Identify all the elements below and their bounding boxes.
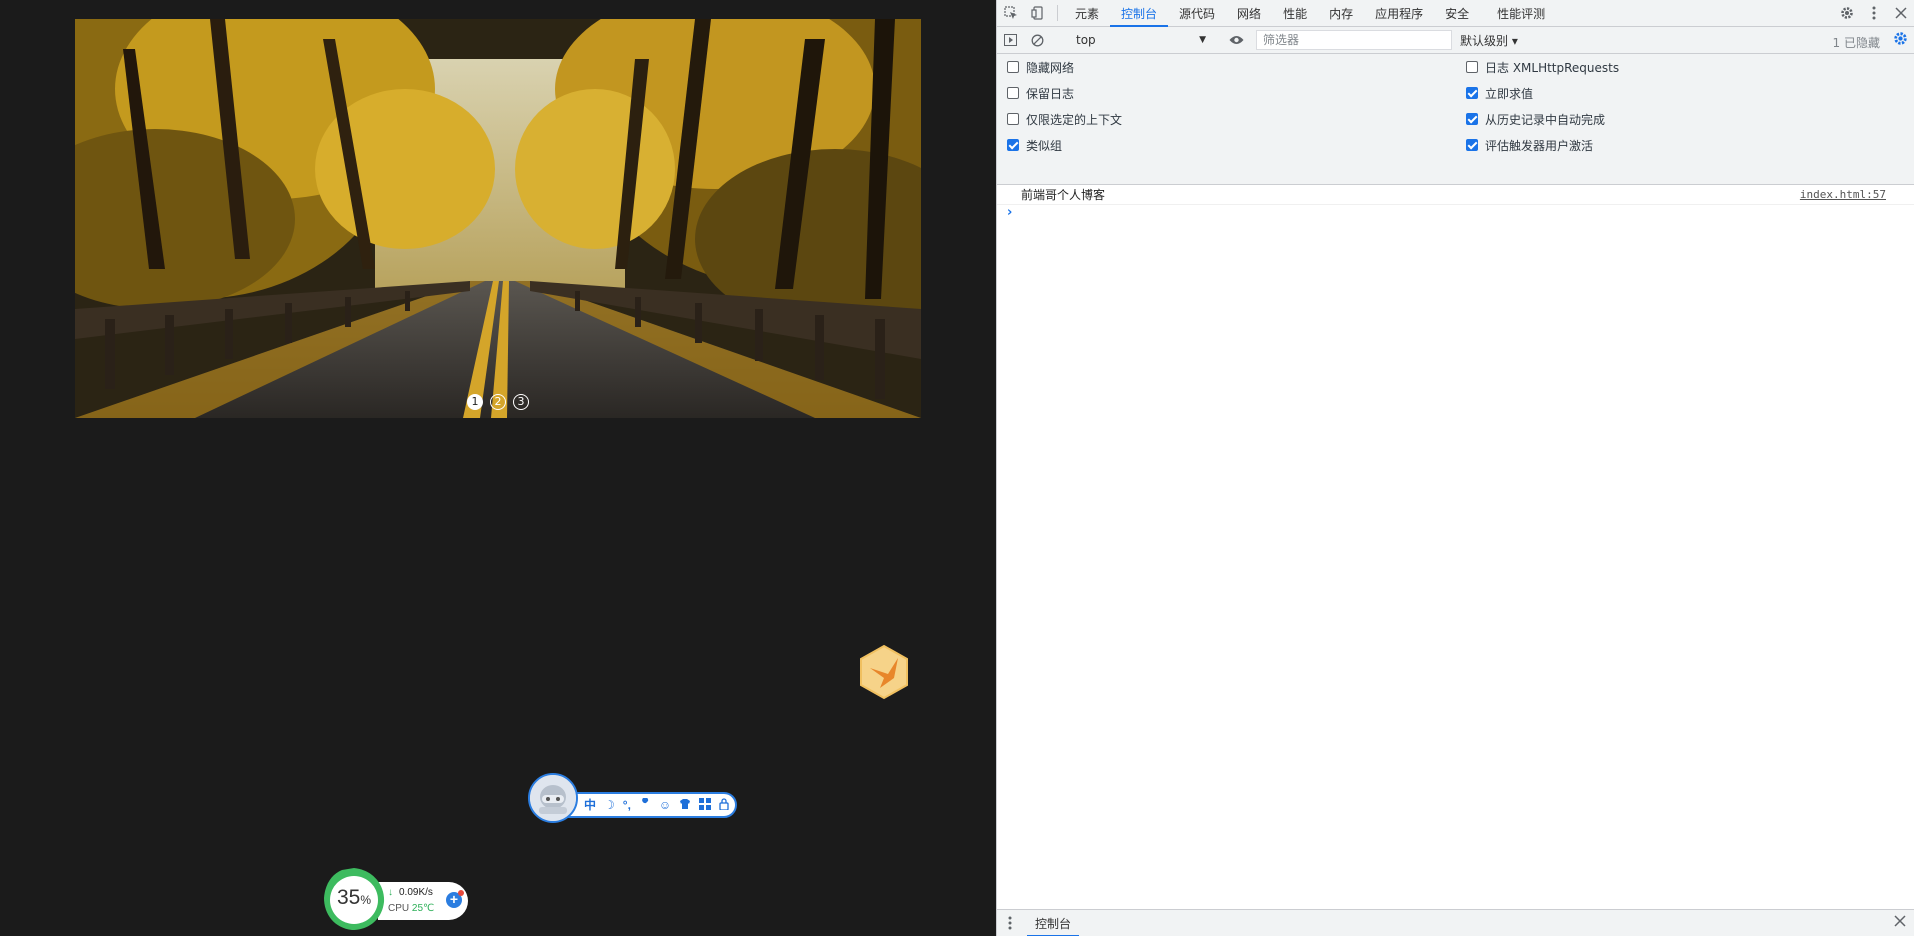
network-speed: ↓ 0.09K/s (388, 887, 433, 898)
more-vertical-icon[interactable] (1860, 0, 1887, 26)
close-icon[interactable] (1887, 0, 1914, 26)
bird-icon (860, 644, 908, 700)
ime-toolbar: 中 ☽ °, ☺ (528, 773, 738, 823)
log-level-selector[interactable]: 默认级别 ▾ (1460, 32, 1518, 49)
setting-label: 评估触发器用户激活 (1485, 138, 1594, 153)
divider (1057, 5, 1058, 21)
lock-icon[interactable] (719, 797, 729, 813)
setting-option-settings_left-3[interactable]: 仅限选定的上下文 (1007, 109, 1122, 129)
checkbox[interactable] (1466, 113, 1478, 125)
setting-option-settings_left-4[interactable]: 类似组 (1007, 135, 1062, 155)
moon-icon[interactable]: ☽ (604, 798, 615, 812)
system-monitor-widget[interactable]: ↓ 0.09K/s CPU 25℃ + 35% (322, 866, 470, 932)
ime-language-toggle[interactable]: 中 (584, 798, 596, 812)
devtools-tab-5[interactable]: 性能 (1272, 0, 1318, 26)
punctuation-icon[interactable]: °, (623, 798, 631, 812)
carousel-indicators: 123 (75, 394, 921, 410)
console-message-source-link[interactable]: index.html:57 (1800, 188, 1886, 201)
setting-label: 从历史记录中自动完成 (1485, 112, 1606, 127)
devtools-tab-bar: 元素 控制台 源代码 网络 性能 内存 应用程序 安全 性能评测 (997, 0, 1914, 27)
setting-option-settings_right-1[interactable]: 日志 XMLHttpRequests (1466, 57, 1619, 77)
ime-avatar[interactable] (528, 773, 578, 823)
carousel-dot-1[interactable]: 1 (467, 394, 483, 410)
context-selector[interactable]: top ▼ (1070, 30, 1210, 50)
setting-label: 立即求值 (1485, 86, 1534, 101)
setting-option-settings_left-1[interactable]: 隐藏网络 (1007, 57, 1074, 77)
drawer-tab-console[interactable]: 控制台 (1027, 910, 1080, 936)
devtools-tab-7[interactable]: 应用程序 (1364, 0, 1434, 26)
web-page: 123 中 ☽ °, ☺ ↓ 0.09K/s CPU 25℃ + 35% (0, 0, 996, 936)
clear-console-icon[interactable] (1024, 34, 1051, 47)
checkbox[interactable] (1007, 61, 1019, 73)
download-arrow-icon: ↓ (388, 887, 393, 898)
setting-label: 仅限选定的上下文 (1026, 112, 1123, 127)
prompt-chevron-icon: › (1007, 205, 1013, 220)
checkbox[interactable] (1007, 113, 1019, 125)
setting-option-settings_right-2[interactable]: 立即求值 (1466, 83, 1533, 103)
carousel-dot-2[interactable]: 2 (490, 394, 506, 410)
devtools-tab-6[interactable]: 内存 (1318, 0, 1364, 26)
devtools-tab-1[interactable]: 元素 (1064, 0, 1110, 26)
drawer-close-icon[interactable] (1894, 915, 1906, 930)
system-monitor-panel: ↓ 0.09K/s CPU 25℃ + (378, 882, 468, 920)
devtools-tab-2[interactable]: 控制台 (1110, 0, 1169, 27)
console-message-text: 前端哥个人博客 (1021, 188, 1106, 202)
setting-label: 保留日志 (1026, 86, 1075, 101)
setting-option-settings_right-4[interactable]: 评估触发器用户激活 (1466, 135, 1593, 155)
devtools-panel: 元素 控制台 源代码 网络 性能 内存 应用程序 安全 性能评测 top ▼ 筛… (996, 0, 1914, 936)
hidden-messages-count: 1 已隐藏 (1832, 36, 1880, 50)
devtools-tab-8[interactable]: 安全 (1434, 0, 1480, 26)
devtools-tab-bar-actions (1833, 0, 1914, 26)
dropdown-triangle-icon: ▼ (1199, 35, 1206, 45)
gear-icon[interactable] (1833, 0, 1860, 26)
console-log-message: 前端哥个人博客 index.html:57 (997, 185, 1914, 205)
hexagon-bird-logo[interactable] (858, 644, 910, 700)
skin-icon[interactable] (679, 798, 691, 813)
devtools-tab-4[interactable]: 网络 (1226, 0, 1272, 26)
checkbox[interactable] (1007, 139, 1019, 151)
plus-icon[interactable]: + (446, 890, 464, 908)
devtools-tabs: 元素 控制台 源代码 网络 性能 内存 应用程序 安全 性能评测 (1064, 0, 1556, 27)
setting-label: 日志 XMLHttpRequests (1485, 60, 1620, 75)
setting-label: 隐藏网络 (1026, 60, 1075, 75)
checkbox[interactable] (1007, 87, 1019, 99)
devtools-tab-9[interactable]: 性能评测 (1486, 0, 1556, 26)
eye-icon[interactable] (1223, 35, 1250, 45)
robot-avatar-icon (530, 775, 576, 821)
ime-tool-buttons: 中 ☽ °, ☺ (566, 792, 738, 818)
grid-icon[interactable] (699, 797, 712, 813)
emoji-icon[interactable]: ☺ (659, 798, 671, 812)
cpu-percent: 35% (336, 886, 372, 909)
cpu-temperature: CPU 25℃ (388, 903, 435, 914)
autumn-road-image (75, 19, 921, 418)
wrench-icon[interactable] (639, 796, 651, 813)
drawer-menu-icon[interactable] (1003, 916, 1017, 930)
devtools-drawer: 控制台 (997, 909, 1914, 936)
checkbox[interactable] (1466, 87, 1478, 99)
setting-option-settings_left-2[interactable]: 保留日志 (1007, 83, 1074, 103)
checkbox[interactable] (1466, 139, 1478, 151)
devtools-tab-3[interactable]: 源代码 (1168, 0, 1226, 26)
console-settings-pane: 隐藏网络保留日志仅限选定的上下文 类似组 日志 XMLHttpRequests 立即求… (997, 54, 1914, 185)
console-settings-gear-icon[interactable] (1893, 31, 1908, 49)
inspect-element-icon[interactable] (997, 0, 1024, 26)
carousel-dot-3[interactable]: 3 (513, 394, 529, 410)
console-filter-input[interactable] (1256, 30, 1452, 50)
setting-label: 类似组 (1026, 138, 1063, 153)
console-prompt[interactable]: › (997, 205, 1914, 223)
sidebar-toggle-icon[interactable] (997, 34, 1024, 46)
checkbox[interactable] (1466, 61, 1478, 73)
device-toolbar-icon[interactable] (1024, 0, 1051, 26)
setting-option-settings_right-3[interactable]: 从历史记录中自动完成 (1466, 109, 1605, 129)
console-toolbar: top ▼ 默认级别 ▾ 1 已隐藏 (997, 27, 1914, 54)
banner-carousel[interactable]: 123 (75, 19, 921, 418)
